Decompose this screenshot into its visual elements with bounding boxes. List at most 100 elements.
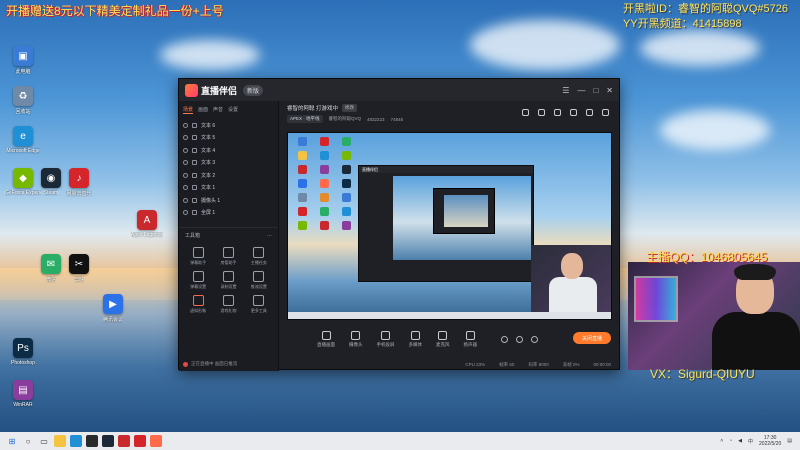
menu-icon[interactable]: ☰ [562,86,569,95]
preview-desktop-icon [341,221,351,230]
source-item[interactable]: 文本 6 [183,119,274,132]
file-explorer-icon[interactable] [54,435,66,447]
more-icon[interactable]: ⋯ [267,233,272,239]
obs-icon[interactable] [86,435,98,447]
eye-icon[interactable] [183,172,188,178]
id-line: 开黑啦ID：睿智的阿聪QVQ#5726 [622,3,788,15]
tool-button[interactable]: 更多工具 [244,295,274,314]
source-item[interactable]: 文本 2 [183,169,274,182]
tab-scenes[interactable]: 场景 [183,106,194,114]
end-live-button[interactable]: 关闭直播 [573,332,611,344]
input-language[interactable]: 中 [748,438,753,445]
version-badge[interactable]: 新版 [243,84,264,96]
tab-audio[interactable]: 声音 [213,106,223,114]
lock-icon[interactable] [192,210,197,216]
desktop-icon[interactable]: A Apex Legends [130,210,164,238]
start-icon[interactable]: ⊞ [6,435,18,447]
tool-icon [222,295,234,306]
eye-icon[interactable] [183,210,188,216]
screen-source-button[interactable]: 直播画面 [317,330,335,348]
live-companion-icon[interactable] [150,435,162,447]
chevron-up-icon[interactable]: ˄ [720,438,723,444]
desktop-icon[interactable]: ▤ WinRAR [6,380,40,408]
yy-line: YY开黑频道：41415898 [622,18,742,30]
apex-icon[interactable] [118,435,130,447]
steam-icon[interactable] [102,435,114,447]
edge-icon[interactable] [70,435,82,447]
webcam-feed [628,262,800,370]
eye-icon[interactable] [183,147,188,153]
desktop-icon[interactable]: ♪ 网易云音乐 [62,168,96,197]
netease-icon[interactable] [134,435,146,447]
edit-title-button[interactable]: 修改 [342,104,358,112]
desktop-icon[interactable]: ▣ 此电脑 [6,46,40,75]
gift-icon[interactable] [522,109,529,116]
microphone-button[interactable]: 麦克风 [436,330,450,348]
desktop-icon-label: 剪映 [73,277,84,283]
tool-button[interactable]: 弹幕助手 [183,247,213,266]
media-source-button[interactable]: 多媒体 [409,330,422,348]
source-item[interactable]: 文本 1 [183,182,274,195]
eye-icon[interactable] [183,122,188,128]
desktop-icon[interactable]: ♻ 回收站 [6,86,40,115]
cloud [160,40,260,70]
calendar-icon[interactable] [554,109,561,116]
source-item[interactable]: 文本 4 [183,144,274,157]
desktop-icon[interactable]: e Microsoft Edge [6,126,40,154]
game-category[interactable]: APEX · 地平线 [287,115,323,123]
clock[interactable]: 17:30 2022/5/20 [759,435,781,447]
eye-icon[interactable] [183,160,188,166]
volume-icon[interactable]: ◀ [738,438,742,444]
speaker-button[interactable]: 扬声器 [464,330,477,348]
desktop-icon[interactable]: Ps Photoshop [6,338,40,366]
network-icon[interactable]: ◔ [729,438,732,444]
tool-button[interactable]: 推流设置 [244,271,274,290]
camera-source-button[interactable]: 摄像头 [349,330,363,348]
tab-settings[interactable]: 设置 [228,106,238,114]
notification-icon[interactable]: ▤ [787,438,792,444]
stream-meta: APEX · 地平线 睿智的阿聪QVQ 4832223 74846 [279,115,619,123]
tab-canvas[interactable]: 画面 [198,106,208,114]
eye-icon[interactable] [183,197,188,203]
share-icon[interactable] [602,109,609,116]
lock-icon[interactable] [192,197,197,203]
search-icon[interactable]: ○ [22,435,34,447]
toolbar-label: 摄像头 [349,341,363,347]
lock-icon[interactable] [192,122,197,128]
source-item[interactable]: 文本 3 [183,157,274,170]
stream-preview[interactable]: 直播伴侣 [287,132,612,320]
tool-button[interactable]: 弹幕设置 [183,271,213,290]
tool-button[interactable]: 录制设置 [213,271,243,290]
left-tabs: 场景 画面 声音 设置 [179,101,278,117]
phone-cast-button[interactable]: 手机投屏 [377,330,395,348]
tool-icon [222,247,234,258]
task-view-icon[interactable]: ▭ [38,435,50,447]
tool-button[interactable]: 游戏礼物 [213,295,243,314]
source-item[interactable]: 全屏 1 [183,207,274,220]
lock-icon[interactable] [192,172,197,178]
maximize-button[interactable]: □ [593,86,598,95]
lock-icon[interactable] [538,109,545,116]
lock-icon[interactable] [192,160,197,166]
lock-icon[interactable] [192,147,197,153]
source-item[interactable]: 摄像头 1 [183,194,274,207]
preview-eye-icon[interactable] [516,335,523,343]
preview-desktop-icon [297,137,307,146]
source-item[interactable]: 文本 5 [183,132,274,145]
desktop-icon[interactable]: ✂ 剪映 [62,254,96,283]
tool-button[interactable]: 主播任务 [244,247,274,266]
eye-icon[interactable] [183,135,188,141]
eye-icon[interactable] [183,185,188,191]
gear-icon[interactable] [531,335,538,343]
lock-icon[interactable] [192,135,197,141]
close-button[interactable]: ✕ [606,86,613,95]
desktop-icon[interactable]: ▶ 腾讯会议 [96,294,130,323]
tool-button[interactable]: 虚拟形象 [183,295,213,314]
tool-button[interactable]: 房管助手 [213,247,243,266]
settings-icon[interactable] [586,109,593,116]
desktop-icon-label: Steam [43,190,59,196]
minimize-button[interactable]: — [577,86,585,95]
bell-icon[interactable] [570,109,577,116]
lock-icon[interactable] [192,185,197,191]
mode-icon[interactable] [501,335,508,343]
